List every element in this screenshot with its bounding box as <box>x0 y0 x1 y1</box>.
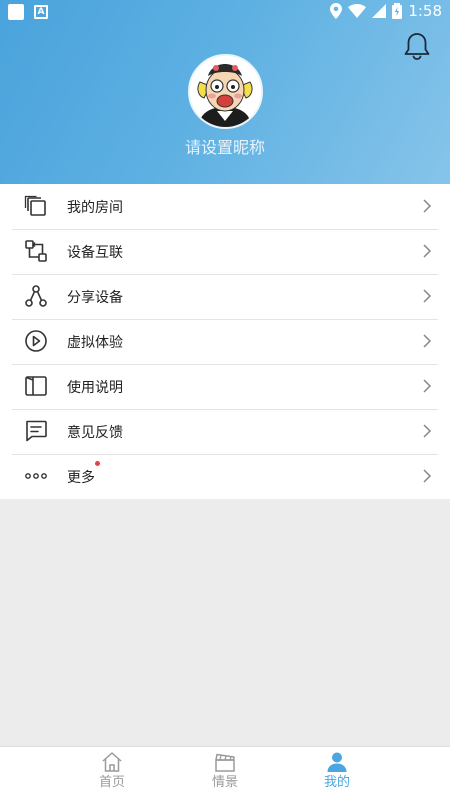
bottom-tab-bar: 首页 情景 我的 <box>0 746 450 800</box>
menu-item-virtual-experience[interactable]: 虚拟体验 <box>0 319 450 364</box>
menu-item-device-link[interactable]: 设备互联 <box>0 229 450 274</box>
notification-bell-icon[interactable] <box>401 30 433 62</box>
tab-home[interactable]: 首页 <box>72 751 152 790</box>
status-time: 1:58 <box>408 2 442 20</box>
rooms-icon <box>24 195 46 216</box>
avatar[interactable] <box>188 54 263 129</box>
menu-item-instructions[interactable]: 使用说明 <box>0 364 450 409</box>
tab-label: 首页 <box>98 775 125 790</box>
menu-item-share-device[interactable]: 分享设备 <box>0 274 450 319</box>
chevron-right-icon <box>423 199 432 213</box>
device-link-icon <box>25 240 47 262</box>
battery-icon <box>392 3 403 19</box>
chevron-right-icon <box>423 334 432 348</box>
tab-label: 情景 <box>211 775 238 790</box>
a-notification-icon: A <box>34 5 48 19</box>
menu-item-more[interactable]: 更多 <box>0 454 450 499</box>
location-icon <box>330 3 343 19</box>
menu-item-label: 我的房间 <box>67 200 123 216</box>
wifi-icon <box>348 4 367 18</box>
person-icon <box>327 752 347 772</box>
menu-item-label: 虚拟体验 <box>67 335 123 351</box>
menu-item-label: 分享设备 <box>67 290 123 306</box>
more-icon <box>25 473 47 479</box>
chevron-right-icon <box>423 469 432 483</box>
menu-list: 我的房间 设备互联 分享设备 虚拟体验 使用说明 意见反馈 更多 <box>0 184 450 499</box>
menu-item-label: 更多 <box>67 470 95 486</box>
play-icon <box>25 330 47 352</box>
new-badge-dot <box>95 461 100 466</box>
chevron-right-icon <box>423 379 432 393</box>
menu-item-label: 设备互联 <box>67 245 123 261</box>
scene-icon <box>215 753 235 772</box>
chevron-right-icon <box>423 244 432 258</box>
status-bar: A 1:58 <box>0 0 450 24</box>
notification-icon <box>8 4 24 20</box>
tab-mine[interactable]: 我的 <box>297 751 377 790</box>
share-icon <box>25 285 47 307</box>
book-icon <box>25 376 47 396</box>
menu-item-label: 意见反馈 <box>67 425 123 441</box>
menu-item-my-rooms[interactable]: 我的房间 <box>0 184 450 229</box>
signal-icon <box>372 4 387 18</box>
tab-label: 我的 <box>323 775 350 790</box>
menu-item-feedback[interactable]: 意见反馈 <box>0 409 450 454</box>
profile-header: A 1:58 请设置昵称 <box>0 0 450 184</box>
menu-item-label: 使用说明 <box>67 380 123 396</box>
tab-scene[interactable]: 情景 <box>185 751 265 790</box>
chevron-right-icon <box>423 289 432 303</box>
chevron-right-icon <box>423 424 432 438</box>
nickname-label[interactable]: 请设置昵称 <box>0 134 450 158</box>
feedback-icon <box>26 420 47 442</box>
home-icon <box>102 752 122 772</box>
